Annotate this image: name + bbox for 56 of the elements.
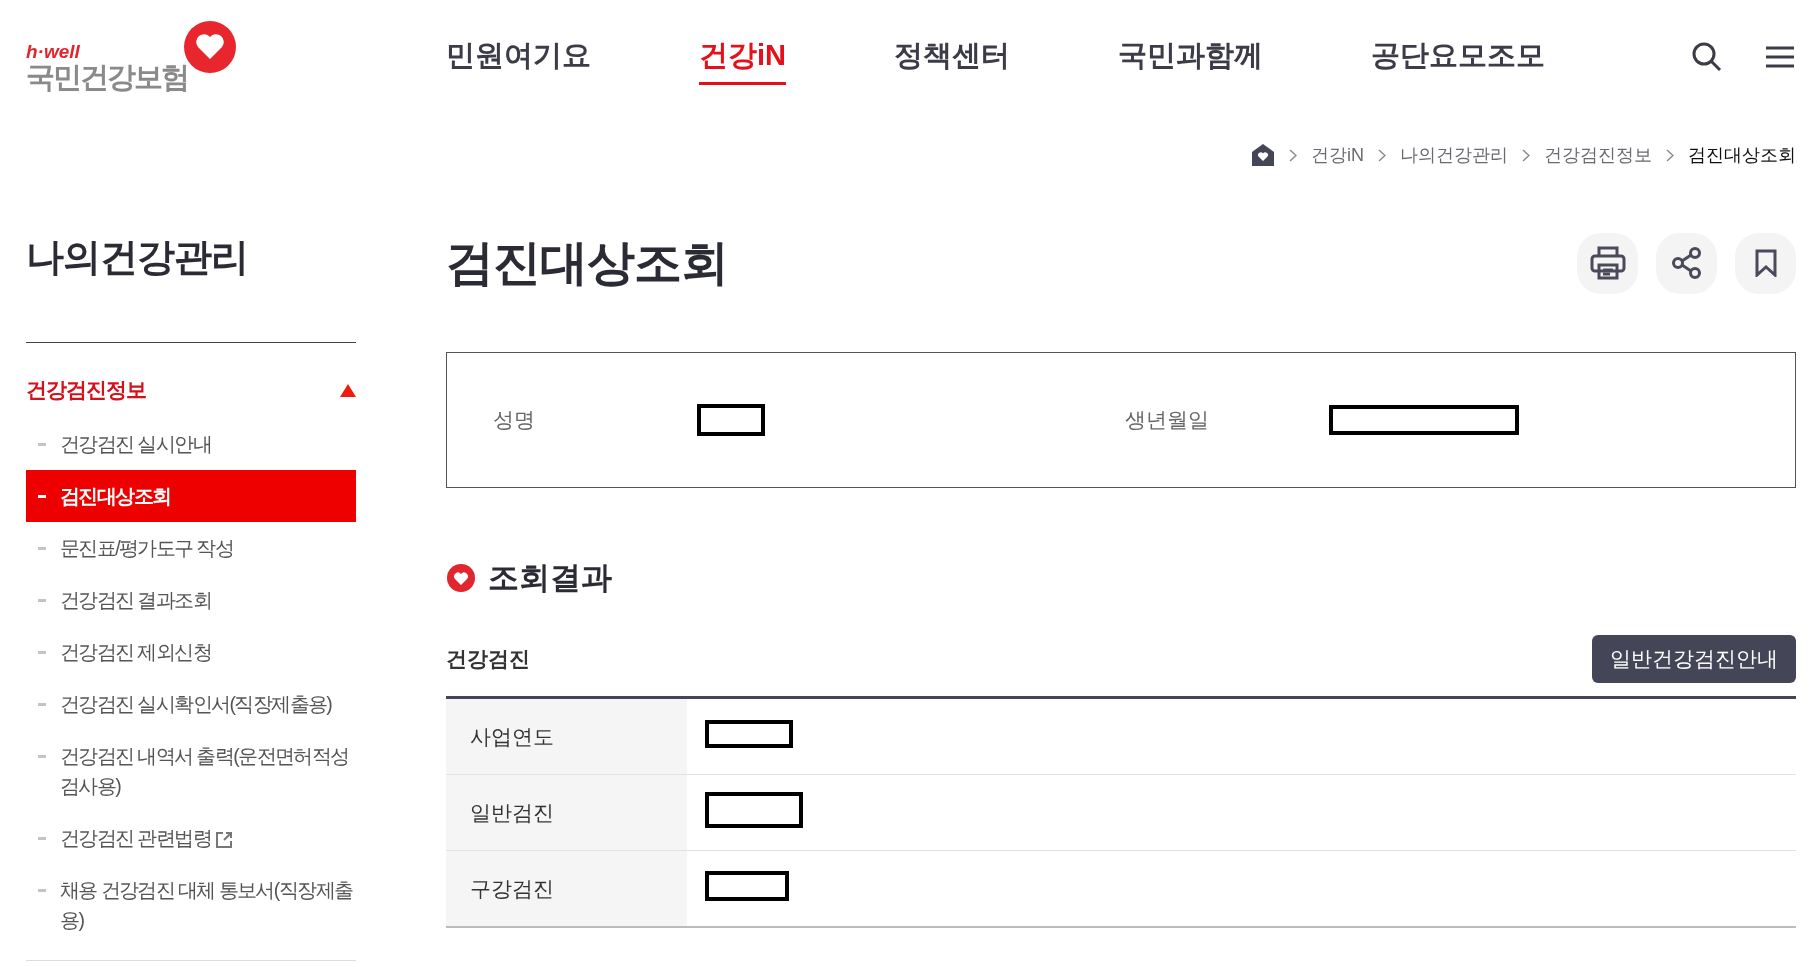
sidebar-title: 나의건강관리 xyxy=(26,190,356,343)
sidebar-item[interactable]: 건강검진 실시확인서(직장제출용) xyxy=(26,678,356,730)
bookmark-button[interactable] xyxy=(1735,232,1796,294)
nav-tab[interactable]: 건강iN xyxy=(699,29,786,85)
chevron-icon xyxy=(1289,148,1297,162)
field-label: 성명 xyxy=(493,407,536,433)
nav-tab[interactable]: 민원여기요 xyxy=(446,29,591,85)
nav-tab[interactable]: 정책센터 xyxy=(894,29,1010,85)
dash-icon xyxy=(38,755,46,758)
external-link-icon xyxy=(214,830,233,849)
dash-icon xyxy=(38,495,46,498)
dash-icon xyxy=(38,443,46,446)
search-icon[interactable] xyxy=(1692,42,1722,72)
row-label: 일반검진 xyxy=(446,774,687,851)
nav-tab[interactable]: 공단요모조모 xyxy=(1371,29,1545,85)
menu-icon[interactable] xyxy=(1766,46,1794,68)
home-icon[interactable] xyxy=(1251,143,1275,167)
sidebar-section[interactable]: 건강검진정보 xyxy=(26,376,146,404)
bookmark-icon xyxy=(1754,249,1777,277)
subsection-heading: 건강검진 xyxy=(446,646,530,672)
dash-icon xyxy=(38,837,46,840)
breadcrumb-link[interactable]: 나의건강관리 xyxy=(1400,143,1508,167)
nav-tab[interactable]: 국민과함께 xyxy=(1118,29,1263,85)
sidebar-item[interactable]: 채용 건강검진 대체 통보서(직장제출용) xyxy=(26,864,356,946)
dash-icon xyxy=(38,599,46,602)
sidebar-item[interactable]: 건강검진 결과조회 xyxy=(26,574,356,626)
share-icon xyxy=(1671,247,1702,279)
chevron-icon xyxy=(1666,148,1674,162)
collapse-arrow-icon[interactable] xyxy=(340,383,356,397)
redaction-box xyxy=(697,404,765,436)
dash-icon xyxy=(38,651,46,654)
row-label: 사업연도 xyxy=(446,697,687,775)
page-title: 검진대상조회 xyxy=(446,235,728,291)
row-label: 구강검진 xyxy=(446,850,687,927)
sidebar-item[interactable]: 건강검진 내역서 출력(운전면허적성검사용) xyxy=(26,730,356,812)
section-heading: 조회결과 xyxy=(488,559,612,597)
print-button[interactable] xyxy=(1577,232,1638,294)
chevron-icon xyxy=(1378,148,1386,162)
sidebar-item[interactable]: 검진대상조회 xyxy=(26,470,356,522)
share-button[interactable] xyxy=(1656,232,1717,294)
breadcrumb-link[interactable]: 건강검진정보 xyxy=(1544,143,1652,167)
logo-tagline: h·well xyxy=(26,43,81,61)
dash-icon xyxy=(38,889,46,892)
printer-icon xyxy=(1589,246,1626,280)
breadcrumb-link[interactable]: 건강iN xyxy=(1311,143,1364,167)
sidebar-item[interactable]: 문진표/평가도구 작성 xyxy=(26,522,356,574)
sidebar-item[interactable]: 건강검진 실시안내 xyxy=(26,418,356,470)
sidebar-item[interactable]: 건강검진 관련법령 xyxy=(26,812,356,864)
dash-icon xyxy=(38,547,46,550)
guide-button[interactable]: 일반건강검진안내 xyxy=(1592,635,1796,683)
sidebar-item[interactable]: 건강검진 제외신청 xyxy=(26,626,356,678)
field-label: 생년월일 xyxy=(1125,407,1210,433)
dash-icon xyxy=(38,703,46,706)
breadcrumb-link[interactable]: 검진대상조회 xyxy=(1688,143,1796,167)
heart-bullet-icon xyxy=(446,563,476,593)
chevron-icon xyxy=(1522,148,1530,162)
